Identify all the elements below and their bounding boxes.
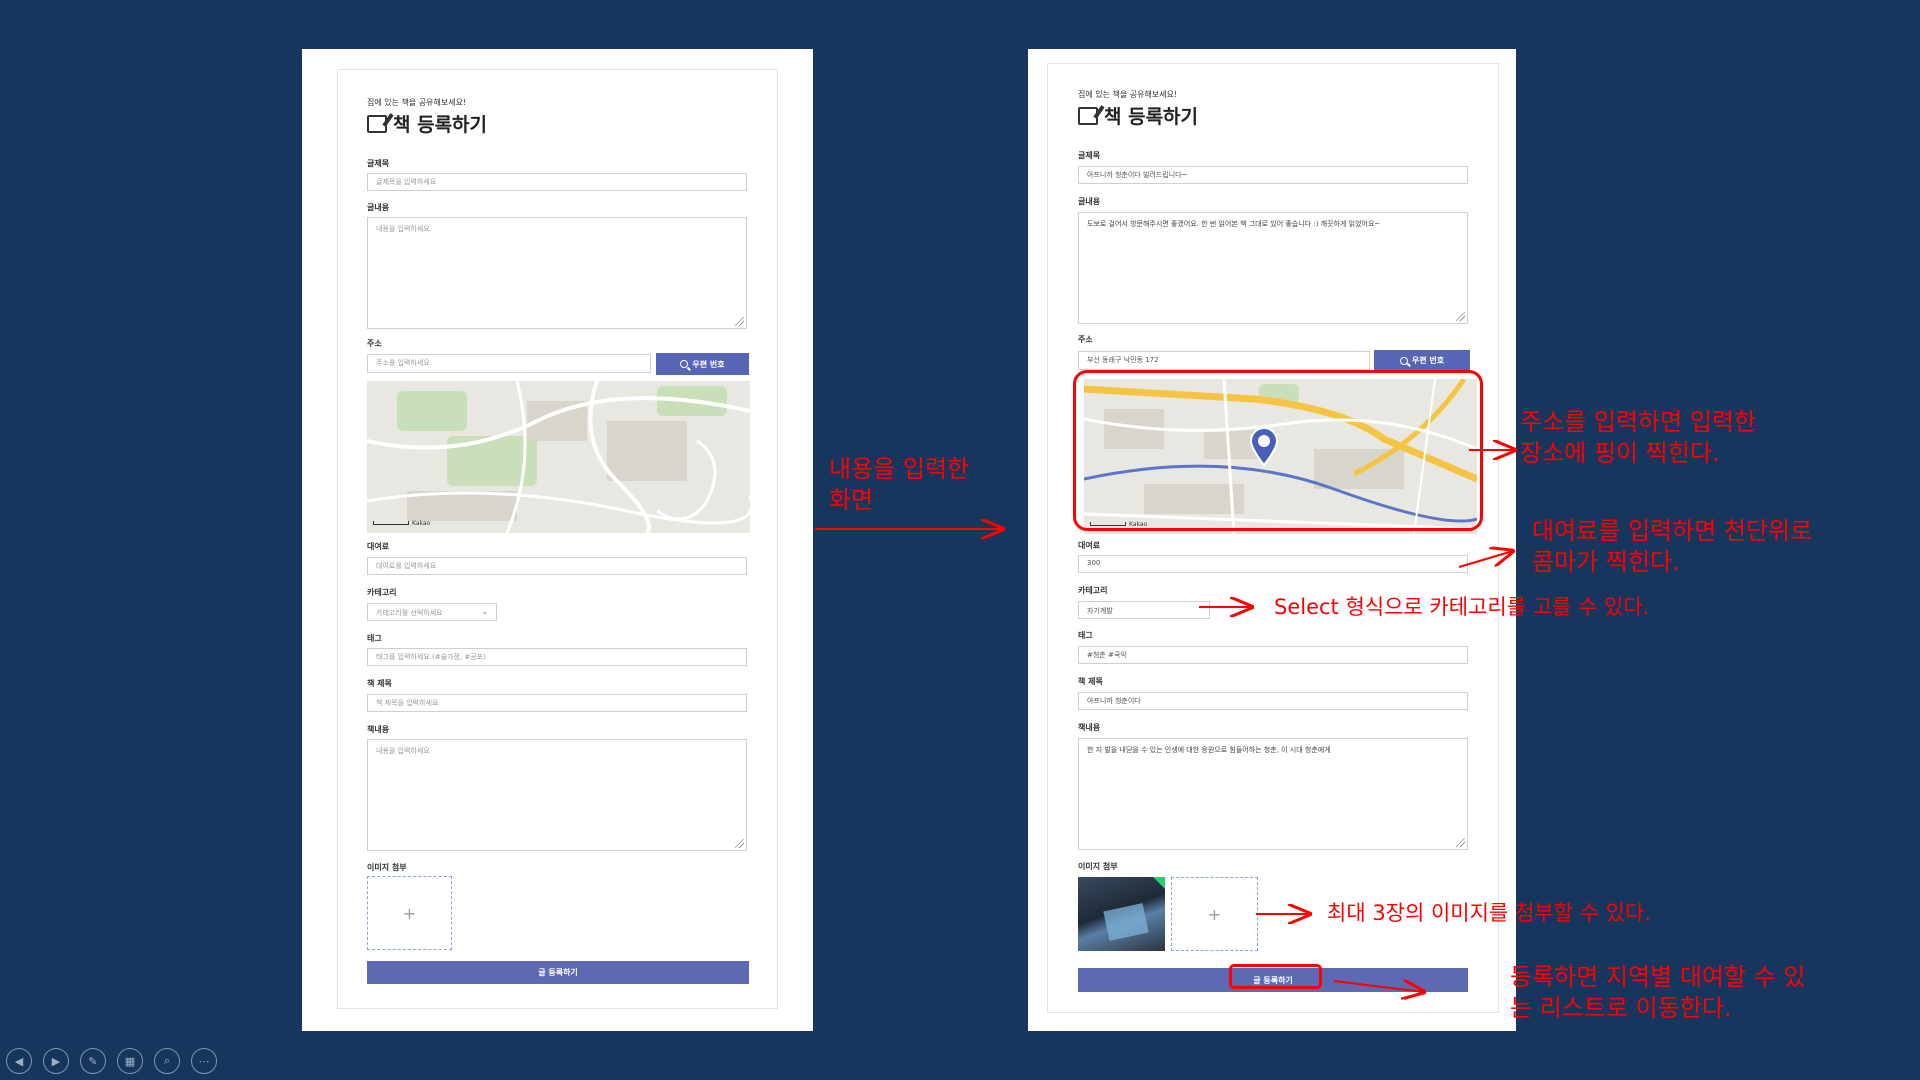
annotation-fee-comma-line1: 대여료를 입력하면 천단위로 <box>1532 517 1813 545</box>
caption-middle-line1: 내용을 입력한 <box>829 455 970 483</box>
slide-grid-icon[interactable]: ▦ <box>117 1048 143 1074</box>
annotation-map-pin-line2: 장소에 핑이 찍힌다. <box>1520 439 1720 467</box>
annotation-map-pin-line1: 주소를 입력하면 입력한 <box>1520 408 1757 436</box>
remove-image-icon[interactable] <box>1153 877 1165 889</box>
next-slide-icon[interactable]: ▶ <box>43 1048 69 1074</box>
annotation-submit-redirect-line1: 등록하면 지역별 대여할 수 있 <box>1510 963 1806 991</box>
annotation-map-pin: 주소를 입력하면 입력한 장소에 핑이 찍힌다. <box>1520 407 1756 469</box>
annotation-submit-redirect: 등록하면 지역별 대여할 수 있 는 리스트로 이동한다. <box>1510 962 1805 1024</box>
annotation-fee-comma: 대여료를 입력하면 천단위로 콤마가 찍힌다. <box>1532 516 1812 578</box>
caption-middle-line2: 화면 <box>829 486 874 514</box>
slideshow-nav-bar: ◀ ▶ ✎ ▦ ⌕ ⋯ <box>6 1048 217 1074</box>
annotation-fee-comma-line2: 콤마가 찍힌다. <box>1532 548 1680 576</box>
caption-middle: 내용을 입력한 화면 <box>829 454 969 516</box>
zoom-icon[interactable]: ⌕ <box>154 1048 180 1074</box>
annotation-image-limit: 최대 3장의 이미지를 첨부할 수 있다. <box>1327 901 1651 925</box>
previous-slide-icon[interactable]: ◀ <box>6 1048 32 1074</box>
annotation-submit-redirect-line2: 는 리스트로 이동한다. <box>1510 994 1732 1022</box>
annotation-select-category: Select 형식으로 카테고리를 고를 수 있다. <box>1274 595 1650 619</box>
more-options-icon[interactable]: ⋯ <box>191 1048 217 1074</box>
pen-icon[interactable]: ✎ <box>80 1048 106 1074</box>
